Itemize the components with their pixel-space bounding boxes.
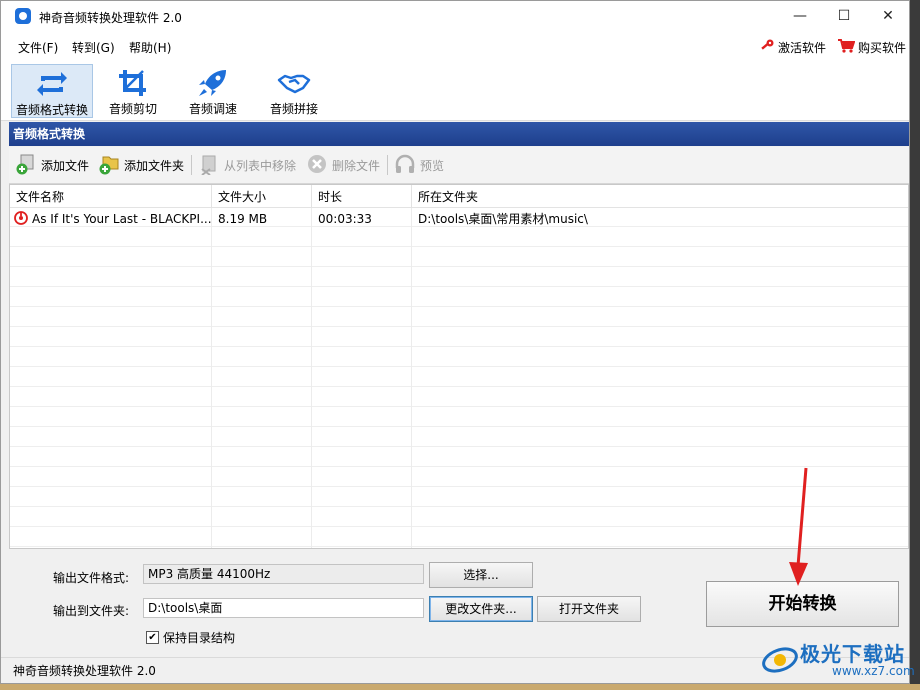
- maximize-button[interactable]: ☐: [821, 1, 867, 31]
- music-file-icon: [14, 210, 28, 230]
- menu-bar: 文件(F) 转到(G) 帮助(H) 激活软件 购买软件: [1, 31, 909, 61]
- watermark-logo-icon: [762, 647, 798, 673]
- tool-audio-format-convert[interactable]: 音频格式转换: [11, 64, 93, 118]
- add-folder-button[interactable]: 添加文件夹: [98, 153, 184, 177]
- main-toolbar: 音频格式转换 音频剪切 音频调速 音频拼接: [1, 61, 909, 121]
- delete-icon: [306, 153, 328, 178]
- section-title: 音频格式转换: [9, 122, 909, 146]
- output-format-label: 输出文件格式:: [52, 571, 129, 585]
- column-divider: [411, 185, 412, 548]
- open-folder-button[interactable]: 打开文件夹: [537, 596, 641, 622]
- tool-label: 音频调速: [188, 102, 237, 116]
- delete-file-label: 删除文件: [332, 158, 381, 173]
- remove-from-list-button[interactable]: 从列表中移除: [198, 153, 296, 177]
- toolbar-divider: [191, 155, 192, 175]
- cell-size: 8.19 MB: [218, 212, 268, 226]
- select-format-button[interactable]: 选择...: [429, 562, 533, 588]
- cell-duration: 00:03:33: [318, 212, 372, 226]
- keep-structure-checkbox[interactable]: ✔ 保持目录结构: [146, 629, 235, 646]
- column-header-folder[interactable]: 所在文件夹: [412, 185, 908, 207]
- list-header: 文件名称 文件大小 时长 所在文件夹: [10, 185, 908, 208]
- output-format-field: MP3 高质量 44100Hz: [143, 564, 424, 584]
- column-divider: [311, 185, 312, 548]
- keep-structure-label: 保持目录结构: [163, 631, 236, 645]
- activate-software-link[interactable]: 激活软件: [759, 38, 826, 57]
- menu-help[interactable]: 帮助(H): [129, 39, 171, 56]
- column-header-filename[interactable]: 文件名称: [10, 185, 212, 207]
- handshake-icon: [253, 68, 335, 98]
- preview-button[interactable]: 预览: [394, 153, 444, 177]
- cell-folder: D:\tools\桌面\常用素材\music\: [418, 212, 588, 226]
- column-header-duration[interactable]: 时长: [312, 185, 412, 207]
- key-icon: [759, 38, 775, 57]
- background-desktop-fragment: [910, 0, 920, 690]
- window-title: 神奇音频转换处理软件 2.0: [39, 11, 182, 25]
- cell-filename: As If It's Your Last - BLACKPI...: [32, 212, 212, 226]
- add-folder-icon: [98, 153, 120, 178]
- add-file-button[interactable]: 添加文件: [15, 153, 89, 177]
- activate-software-label: 激活软件: [778, 41, 827, 55]
- table-row[interactable]: As If It's Your Last - BLACKPI... 8.19 M…: [10, 208, 908, 228]
- buy-software-link[interactable]: 购买软件: [837, 38, 906, 57]
- site-watermark: 极光下载站 www.xz7.com: [760, 636, 915, 684]
- change-folder-button[interactable]: 更改文件夹...: [429, 596, 533, 622]
- menu-file[interactable]: 文件(F): [18, 39, 58, 56]
- rocket-icon: [172, 68, 254, 98]
- crop-icon: [92, 68, 174, 98]
- background-taskbar-fragment: [0, 684, 920, 690]
- tool-audio-join[interactable]: 音频拼接: [253, 64, 335, 118]
- app-window: 神奇音频转换处理软件 2.0 — ☐ ✕ 文件(F) 转到(G) 帮助(H) 激…: [0, 0, 910, 684]
- checkbox-checked-icon: ✔: [146, 631, 159, 644]
- tool-label: 音频剪切: [108, 102, 157, 116]
- shopping-cart-icon: [837, 38, 856, 57]
- remove-from-list-label: 从列表中移除: [224, 158, 297, 173]
- title-bar: 神奇音频转换处理软件 2.0 — ☐ ✕: [1, 1, 909, 31]
- tool-label: 音频格式转换: [15, 103, 88, 117]
- tool-audio-cut[interactable]: 音频剪切: [92, 64, 174, 118]
- column-header-size[interactable]: 文件大小: [212, 185, 312, 207]
- headphones-icon: [394, 153, 416, 178]
- convert-arrows-icon: [12, 69, 92, 99]
- column-divider: [211, 185, 212, 548]
- menu-goto[interactable]: 转到(G): [72, 39, 115, 56]
- add-folder-label: 添加文件夹: [124, 158, 185, 173]
- list-grid: [10, 207, 908, 548]
- buy-software-label: 购买软件: [858, 41, 907, 55]
- watermark-text: 极光下载站: [800, 642, 905, 666]
- delete-file-button[interactable]: 删除文件: [306, 153, 380, 177]
- app-logo-icon: [15, 8, 31, 24]
- toolbar-divider: [387, 155, 388, 175]
- tool-audio-speed[interactable]: 音频调速: [172, 64, 254, 118]
- minimize-button[interactable]: —: [777, 1, 823, 31]
- output-folder-label: 输出到文件夹:: [52, 604, 129, 618]
- remove-file-icon: [198, 153, 220, 178]
- file-toolbar: 添加文件 添加文件夹 从列表中移除 删除文件 预览: [9, 147, 909, 184]
- watermark-url: www.xz7.com: [832, 664, 915, 678]
- tool-label: 音频拼接: [269, 102, 318, 116]
- red-arrow-annotation: [789, 467, 808, 586]
- file-list[interactable]: 文件名称 文件大小 时长 所在文件夹 As If It's Your Last …: [9, 184, 909, 549]
- add-file-icon: [15, 153, 37, 178]
- preview-label: 预览: [420, 158, 445, 173]
- add-file-label: 添加文件: [41, 158, 90, 173]
- output-folder-field[interactable]: D:\tools\桌面: [143, 598, 424, 618]
- close-button[interactable]: ✕: [865, 1, 911, 31]
